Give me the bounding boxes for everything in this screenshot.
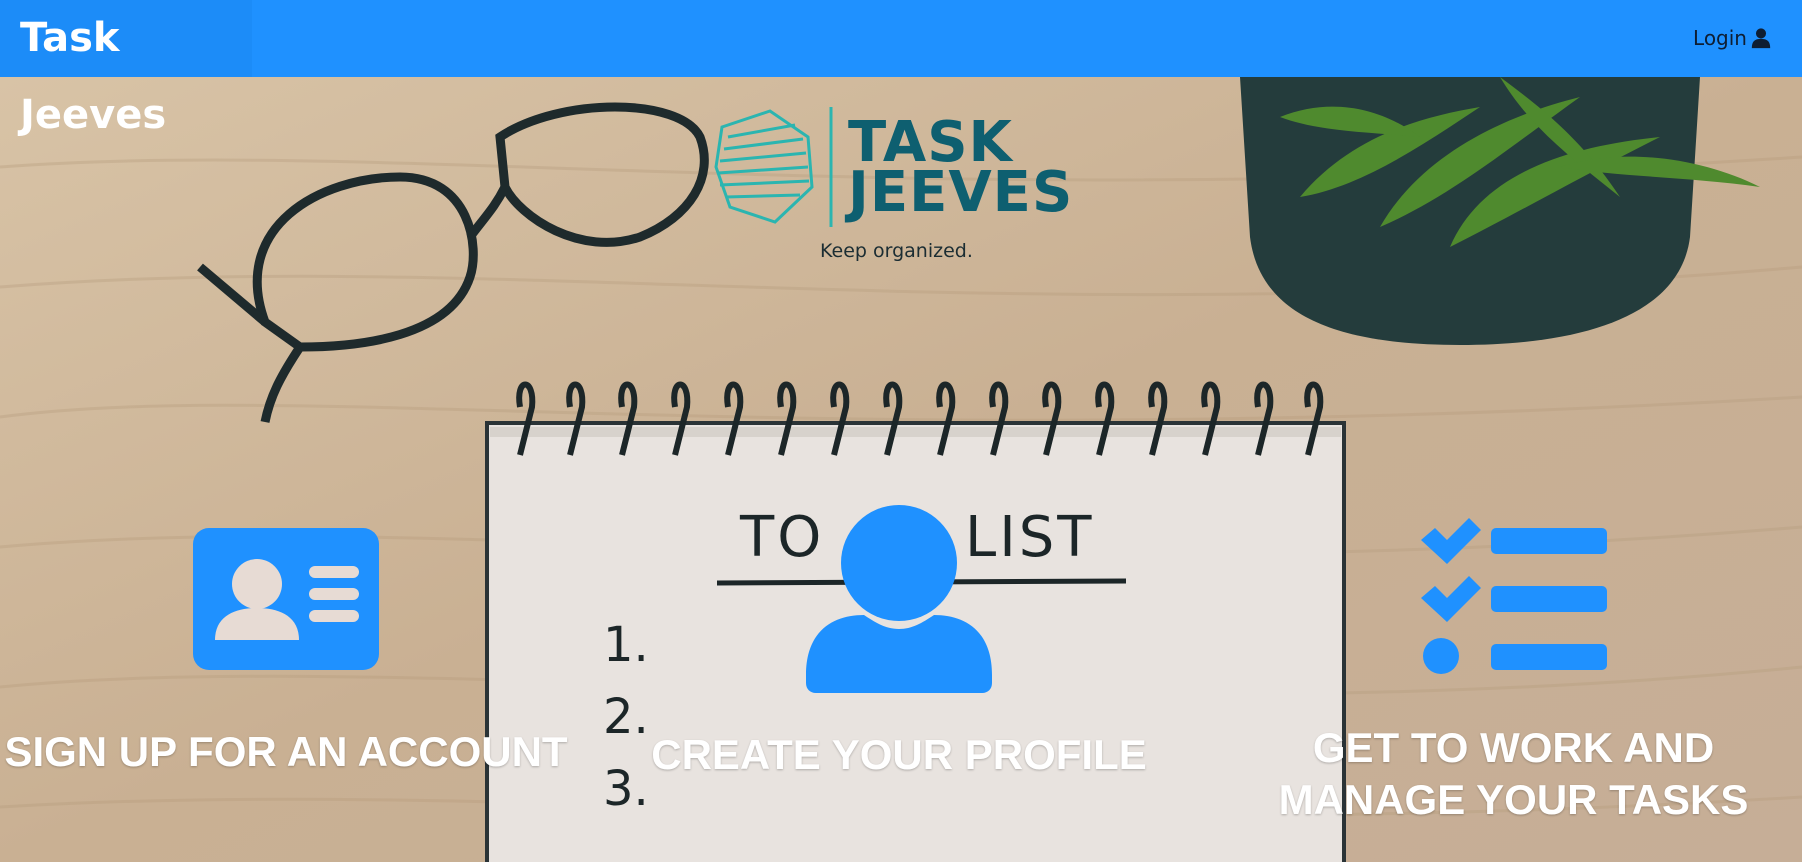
- step-manage-tasks-caption: GET TO WORK AND MANAGE YOUR TASKS: [1278, 724, 1749, 823]
- logo-tagline: Keep organized.: [820, 240, 973, 262]
- task-list-icon: [1420, 518, 1607, 674]
- user-icon: [806, 505, 992, 693]
- user-icon: [1751, 28, 1771, 49]
- step-create-profile-caption: CREATE YOUR PROFILE: [651, 731, 1147, 778]
- id-card-icon: [193, 528, 379, 670]
- step-sign-up: SIGN UP FOR AN ACCOUNT: [0, 528, 572, 778]
- step-sign-up-caption: SIGN UP FOR AN ACCOUNT: [4, 728, 568, 775]
- login-label: Login: [1693, 26, 1747, 50]
- logo-word-jeeves: JEEVES: [848, 160, 1074, 225]
- notebook-item-1: 1.: [603, 617, 649, 673]
- task-jeeves-logo: TASK JEEVES Keep organized.: [712, 115, 1092, 268]
- top-navbar: Task Jeeves Login: [0, 0, 1802, 138]
- login-link[interactable]: Login: [1693, 26, 1772, 50]
- brand-link[interactable]: Task Jeeves: [0, 0, 252, 138]
- step-manage-tasks: GET TO WORK AND MANAGE YOUR TASKS: [1225, 518, 1802, 826]
- notebook-item-3: 3.: [603, 761, 649, 817]
- step-create-profile: CREATE YOUR PROFILE: [650, 505, 1148, 781]
- notebook-item-2: 2.: [603, 689, 649, 745]
